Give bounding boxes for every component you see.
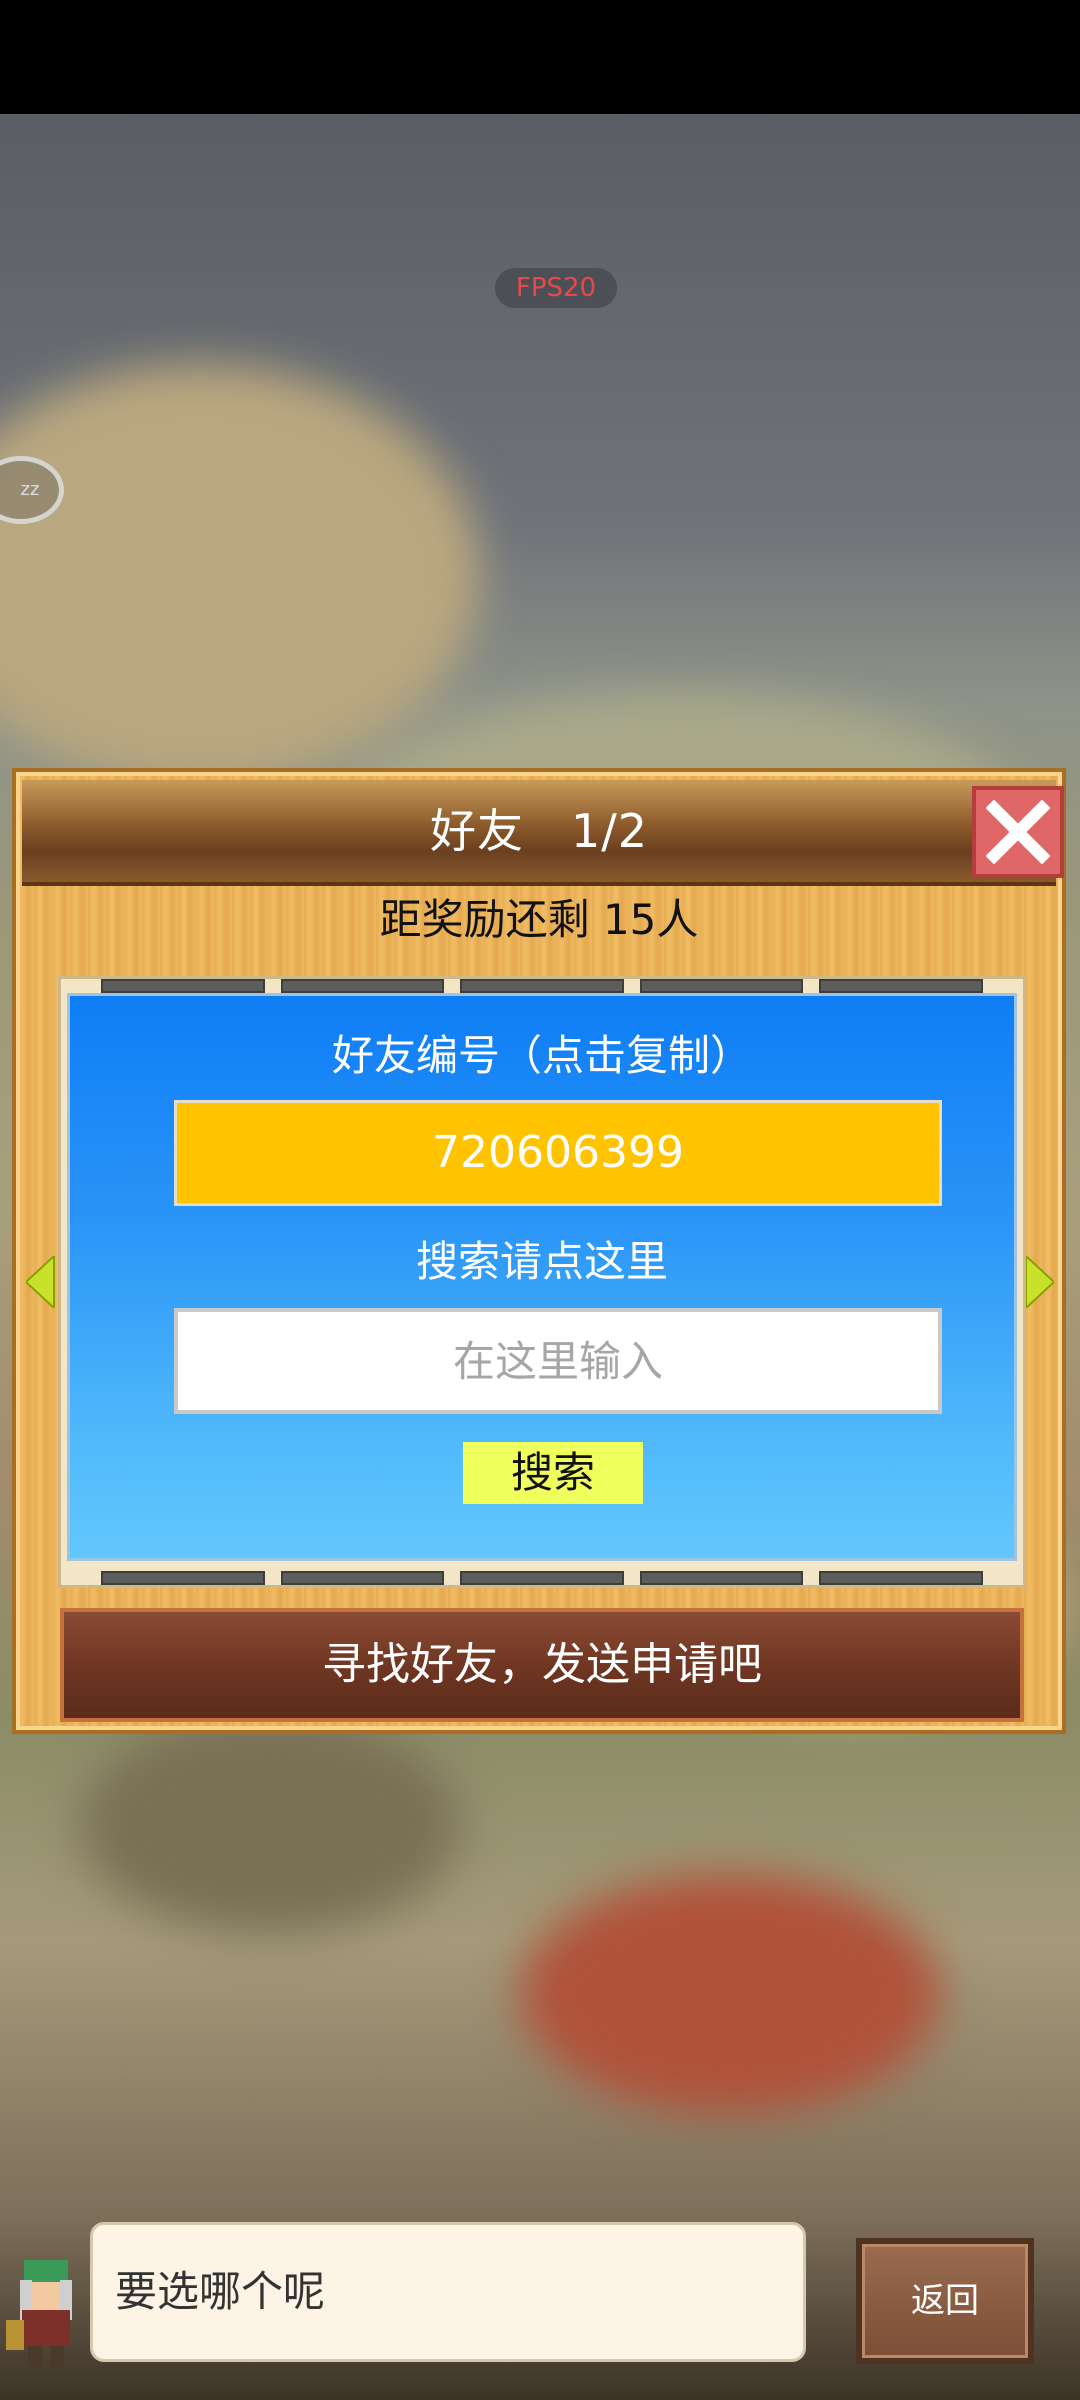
tab-slot bbox=[639, 1571, 804, 1585]
search-label: 搜索请点这里 bbox=[415, 1237, 668, 1286]
friends-dialog: 好友 1/2 距奖励还剩 15人 好友编号（点击复制） 720606399 搜索… bbox=[12, 768, 1066, 1734]
tab-slot bbox=[101, 979, 265, 993]
character-avatar-icon bbox=[6, 2260, 72, 2368]
prev-page-arrow-icon[interactable] bbox=[26, 1256, 56, 1308]
tab-slot bbox=[639, 979, 804, 993]
fps-counter: FPS20 bbox=[495, 268, 617, 308]
close-button[interactable] bbox=[972, 786, 1064, 878]
speech-bubble: 要选哪个呢 bbox=[90, 2222, 806, 2362]
search-button[interactable]: 搜索 bbox=[463, 1442, 643, 1504]
tab-strip-top bbox=[101, 979, 983, 993]
friend-search-input[interactable] bbox=[174, 1308, 942, 1414]
next-page-arrow-icon[interactable] bbox=[1024, 1256, 1054, 1308]
dialog-title: 好友 1/2 bbox=[429, 804, 649, 858]
tab-slot bbox=[819, 1571, 983, 1585]
tab-slot bbox=[280, 979, 445, 993]
dialog-header: 好友 1/2 bbox=[22, 780, 1064, 886]
friend-code-area: 好友编号（点击复制） 720606399 搜索请点这里 搜索 bbox=[67, 993, 1017, 1561]
friend-search-panel: 好友编号（点击复制） 720606399 搜索请点这里 搜索 bbox=[58, 976, 1026, 1588]
tab-slot bbox=[280, 1571, 445, 1585]
tab-slot bbox=[101, 1571, 265, 1585]
find-friends-button[interactable]: 寻找好友，发送申请吧 bbox=[60, 1608, 1024, 1722]
reward-remaining-text: 距奖励还剩 15人 bbox=[379, 895, 699, 944]
tab-slot bbox=[460, 1571, 624, 1585]
tab-slot bbox=[460, 979, 624, 993]
status-bar bbox=[0, 0, 1080, 114]
friend-id-label: 好友编号（点击复制） bbox=[331, 1031, 752, 1080]
back-button[interactable]: 返回 bbox=[856, 2238, 1034, 2364]
tab-slot bbox=[819, 979, 983, 993]
friend-id-copy-button[interactable]: 720606399 bbox=[174, 1100, 942, 1206]
tab-strip-bottom bbox=[101, 1571, 983, 1585]
close-icon bbox=[986, 800, 1050, 864]
